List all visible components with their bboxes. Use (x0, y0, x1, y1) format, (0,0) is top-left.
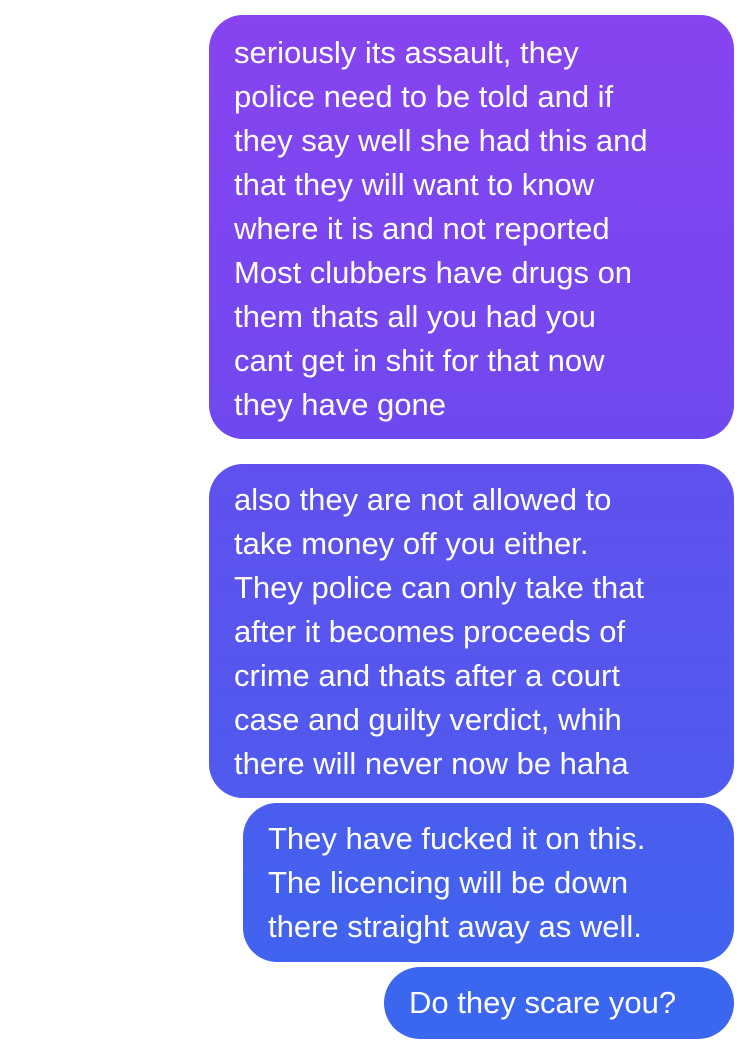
sent-message-bubble[interactable]: Do they scare you? (384, 967, 734, 1039)
message-text-line: there will never now be haha (234, 746, 629, 781)
message-text-line: They police can only take that (234, 570, 645, 605)
message-text-line: after it becomes proceeds of (234, 614, 626, 649)
message-text-line: Most clubbers have drugs on (234, 255, 633, 290)
message-text-line: take money off you either. (234, 526, 589, 561)
message-text-line: that they will want to know (234, 167, 595, 202)
message-text-line: they have gone (234, 387, 447, 422)
message-text-line: The licencing will be down (268, 865, 629, 900)
message-text-line: there straight away as well. (268, 909, 642, 944)
message-text-line: police need to be told and if (234, 79, 614, 114)
message-text-line: crime and thats after a court (234, 658, 620, 693)
message-text-line: seriously its assault, they (234, 35, 579, 70)
message-text-line: they say well she had this and (234, 123, 648, 158)
sent-message-bubble[interactable]: also they are not allowed to take money … (209, 464, 734, 798)
message-text-line: also they are not allowed to (234, 482, 612, 517)
message-text-line: where it is and not reported (234, 211, 610, 246)
sent-message-bubble[interactable]: They have fucked it on this. The licenci… (243, 803, 734, 962)
sent-message-bubble[interactable]: seriously its assault, they police need … (209, 15, 734, 439)
message-text-line: case and guilty verdict, whih (234, 702, 622, 737)
message-text-line: cant get in shit for that now (234, 343, 605, 378)
message-thread: seriously its assault, they police need … (0, 0, 742, 1043)
message-text-line: They have fucked it on this. (268, 821, 646, 856)
message-text-line: them thats all you had you (234, 299, 596, 334)
message-text-line: Do they scare you? (409, 985, 677, 1020)
